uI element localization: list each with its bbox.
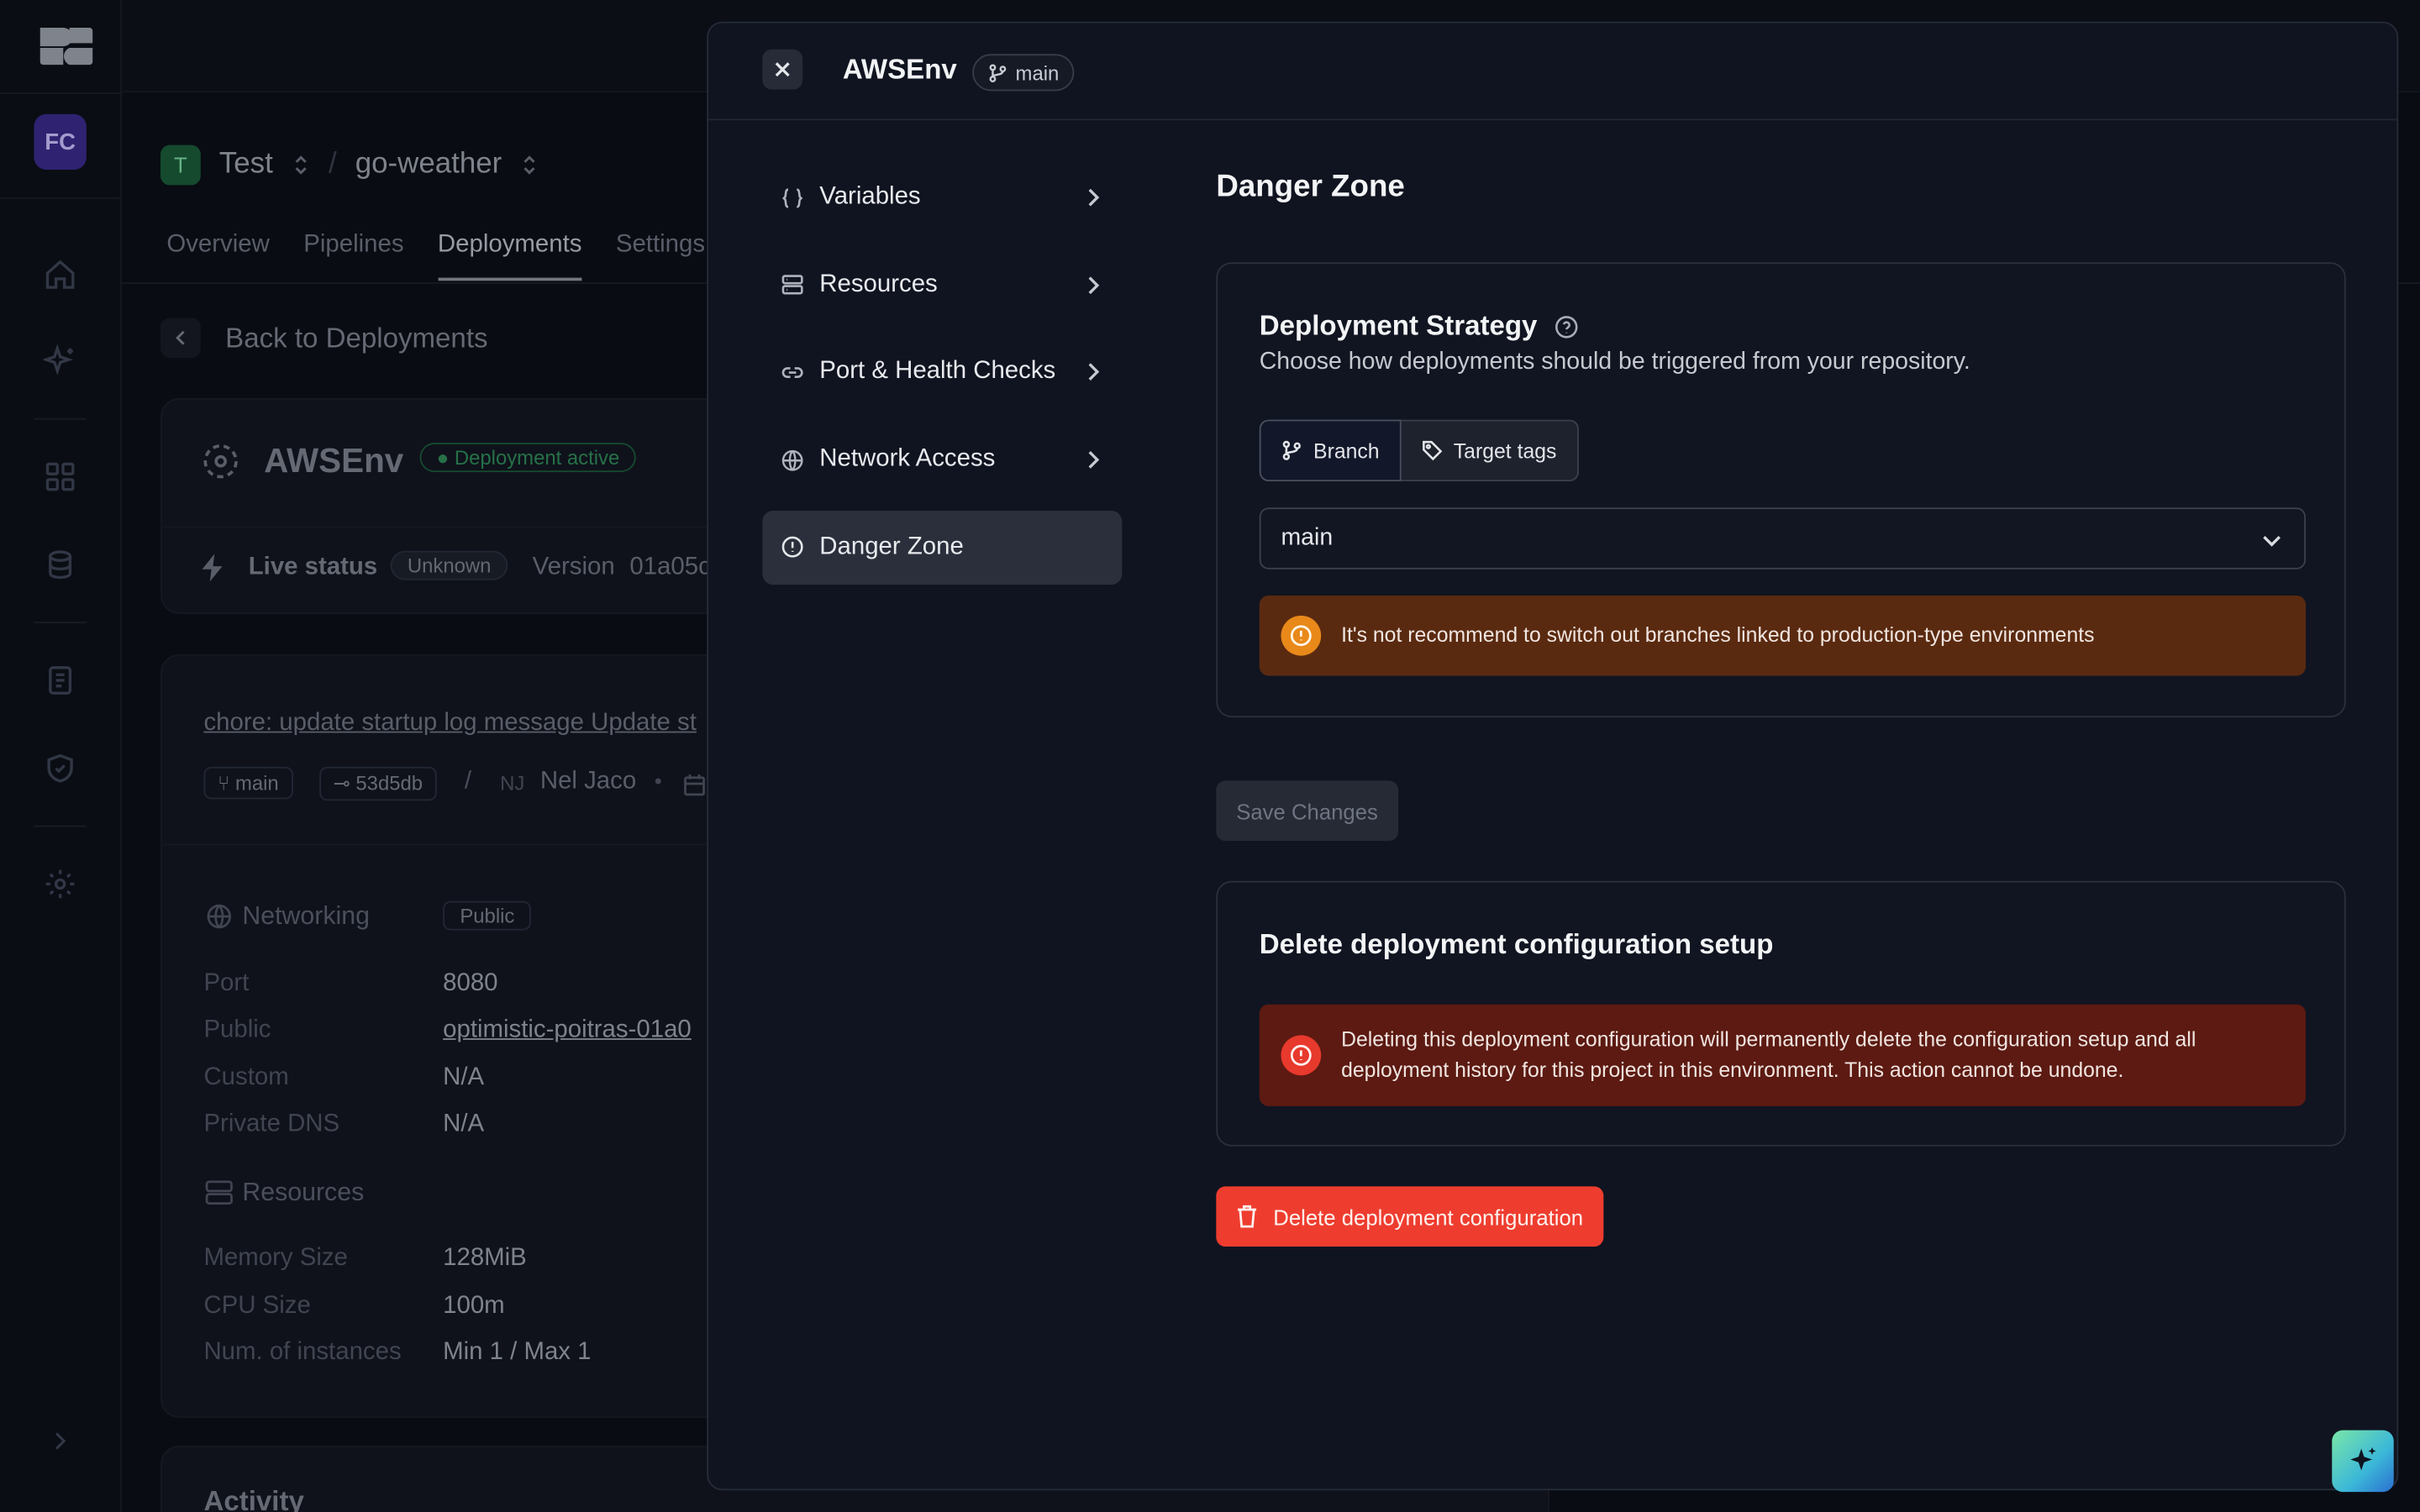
trash-icon [1238,1205,1257,1228]
link-icon [781,366,803,378]
git-branch-icon [1282,440,1301,460]
dialog-header: AWSEnv main [708,24,2397,121]
chevron-right-icon [1088,188,1100,207]
tag-icon [1422,440,1442,461]
nav-item-resources[interactable]: Resources [762,248,1122,322]
git-branch-icon [989,63,1007,82]
dialog-title: AWSEnv [842,54,957,86]
panel-heading: Danger Zone [1216,170,1405,204]
delete-heading: Delete deployment configuration setup [1259,928,1774,960]
strategy-description: Choose how deployments should be trigger… [1259,349,1970,375]
nav-item-variables[interactable]: Variables [762,160,1122,234]
delete-warning-alert: Deleting this deployment configuration w… [1259,1004,2307,1106]
chevron-right-icon [1088,363,1100,381]
close-button[interactable] [762,49,803,90]
warning-icon [1281,615,1322,656]
server-icon [781,275,803,295]
save-changes-button[interactable]: Save Changes [1216,780,1398,842]
chevron-right-icon [1088,276,1100,294]
option-label: Branch [1313,438,1380,463]
nav-label: Variables [819,183,921,210]
warning-text: It's not recommend to switch out branche… [1341,623,2095,647]
strategy-toggle: Branch Target tags [1259,419,1579,482]
help-icon[interactable] [1555,315,1579,339]
nav-label: Port & Health Checks [819,358,1056,386]
danger-zone-panel: Danger Zone Deployment Strategy Choose h… [1216,170,2346,1247]
branch-badge: main [972,54,1075,92]
delete-configuration-button[interactable]: Delete deployment configuration [1216,1186,1603,1247]
alert-circle-icon [781,537,803,559]
nav-label: Network Access [819,445,996,473]
chevron-right-icon [1088,451,1100,469]
deployment-strategy-card: Deployment Strategy Choose how deploymen… [1216,262,2346,718]
option-target-tags-button[interactable]: Target tags [1401,419,1579,482]
delete-configuration-card: Delete deployment configuration setup De… [1216,880,2346,1147]
nav-item-network-access[interactable]: Network Access [762,423,1122,496]
branch-name: main [1015,60,1060,85]
branch-select[interactable]: main [1259,507,2307,570]
strategy-heading: Deployment Strategy [1260,310,1579,343]
braces-icon [781,187,803,207]
option-label: Target tags [1453,438,1557,463]
close-icon[interactable] [773,60,792,79]
option-branch-button[interactable]: Branch [1259,419,1402,482]
environment-settings-dialog: AWSEnv main Variables Resources Port & H… [707,21,2399,1491]
branch-warning-alert: It's not recommend to switch out branche… [1259,595,2307,676]
ai-assistant-button[interactable] [2332,1430,2394,1493]
globe-icon [781,449,803,470]
error-icon [1281,1035,1322,1076]
chevron-down-icon[interactable] [2261,529,2283,551]
sparkle-icon [2350,1446,2376,1471]
settings-nav: Variables Resources Port & Health Checks… [762,160,1123,598]
nav-label: Resources [819,270,938,297]
nav-item-port-health-checks[interactable]: Port & Health Checks [762,335,1122,409]
nav-item-danger-zone[interactable]: Danger Zone [762,510,1123,585]
delete-button-label: Delete deployment configuration [1273,1204,1584,1229]
strategy-title: Deployment Strategy [1259,310,1538,341]
delete-warning-text: Deleting this deployment configuration w… [1341,1027,2196,1082]
branch-select-value: main [1281,524,1334,551]
nav-label: Danger Zone [819,533,964,560]
